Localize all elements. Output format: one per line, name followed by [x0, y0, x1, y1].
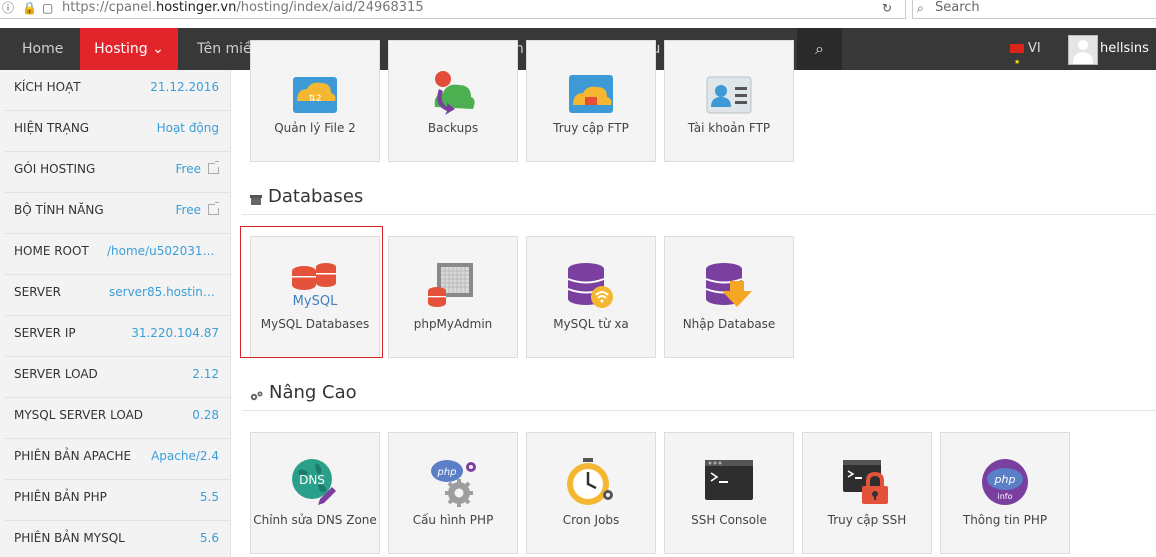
tile-file-manager-2[interactable]: ⇅2 Quản lý File 2: [250, 40, 380, 162]
info-icon[interactable]: ⓘ: [2, 0, 14, 17]
address-bar[interactable]: ⓘ 🔒 ▢ https://cpanel.hostinger.vn/hostin…: [0, 0, 906, 19]
info-row-status: HIỆN TRẠNG Hoạt động: [4, 111, 230, 152]
tile-dns-zone-editor[interactable]: DNS Chỉnh sửa DNS Zone: [250, 432, 380, 554]
section-divider: [242, 214, 1156, 215]
info-row-apache-version: PHIÊN BẢN APACHE Apache/2.4: [4, 439, 230, 480]
nav-hosting[interactable]: Hosting ⌄: [80, 28, 178, 70]
file-manager-2-icon: ⇅2: [293, 77, 337, 113]
dns-zone-icon: DNS: [292, 459, 336, 505]
nav-search-button[interactable]: ⌕: [797, 28, 842, 70]
info-row-plan: GÓI HOSTING Free: [4, 152, 230, 193]
hosting-info-sidebar: KÍCH HOẠT 21.12.2016 HIỆN TRẠNG Hoạt động …: [0, 70, 231, 557]
php-info-icon: php info: [982, 459, 1028, 505]
svg-text:info: info: [997, 492, 1012, 501]
tile-ftp-account[interactable]: Tài khoản FTP: [664, 40, 794, 162]
tile-phpmyadmin[interactable]: phpMyAdmin: [388, 236, 518, 358]
search-icon: ⌕: [815, 39, 824, 58]
browser-search-input[interactable]: ⌕ Search: [912, 0, 1156, 19]
vietnam-flag-icon: [1010, 41, 1024, 83]
ftp-access-icon: [569, 75, 613, 113]
info-row-server: SERVERserver85.hostinger.vn: [4, 275, 230, 316]
info-row-mysql-load: MYSQL SERVER LOAD 0.28: [4, 398, 230, 439]
browser-toolbar: ⓘ 🔒 ▢ https://cpanel.hostinger.vn/hostin…: [0, 0, 1156, 29]
info-row-server-load: SERVER LOAD 2.12: [4, 357, 230, 398]
tile-ssh-access[interactable]: Truy cập SSH: [802, 432, 932, 554]
svg-text:DNS: DNS: [299, 473, 325, 487]
php-config-icon: php: [431, 460, 476, 507]
avatar[interactable]: [1068, 35, 1098, 65]
reload-icon[interactable]: ↻: [882, 0, 892, 17]
external-link-icon: [208, 161, 219, 174]
section-divider: [242, 410, 1156, 411]
tile-remote-mysql[interactable]: MySQL từ xa: [526, 236, 656, 358]
svg-text:php: php: [994, 473, 1016, 486]
backups-icon: [434, 71, 475, 115]
page-icon: ▢: [42, 1, 54, 15]
svg-text:php: php: [436, 467, 456, 478]
external-link-icon: [208, 202, 219, 215]
info-row-home-root: HOME ROOT/home/u502031240: [4, 234, 230, 275]
databases-section-title: Databases: [268, 186, 364, 207]
advanced-section-title: Nâng Cao: [269, 382, 357, 403]
language-selector[interactable]: VI: [1010, 28, 1041, 83]
info-row-feature-set: BỘ TÍNH NĂNG Free: [4, 193, 230, 234]
tile-import-database[interactable]: Nhập Database: [664, 236, 794, 358]
username[interactable]: hellsins: [1100, 28, 1149, 70]
tile-backups[interactable]: Backups: [388, 40, 518, 162]
info-row-server-ip: SERVER IP 31.220.104.87: [4, 316, 230, 357]
archive-icon: [250, 195, 262, 205]
plan-link[interactable]: Free: [176, 152, 219, 186]
feature-set-link[interactable]: Free: [176, 193, 219, 227]
ssh-console-icon: [705, 460, 753, 500]
ftp-account-icon: [706, 76, 752, 114]
search-icon: ⌕: [917, 1, 924, 15]
info-row-activation: KÍCH HOẠT 21.12.2016: [4, 70, 230, 111]
svg-text:⇅2: ⇅2: [308, 94, 321, 104]
tile-ftp-access[interactable]: Truy cập FTP: [526, 40, 656, 162]
url-text[interactable]: https://cpanel.hostinger.vn/hosting/inde…: [62, 0, 424, 17]
tile-ssh-console[interactable]: SSH Console: [664, 432, 794, 554]
cron-jobs-icon: [567, 458, 613, 505]
import-database-icon: [705, 263, 752, 307]
tile-php-config[interactable]: php Cấu hình PHP: [388, 432, 518, 554]
phpmyadmin-icon: [428, 263, 473, 307]
cogs-icon: [250, 391, 263, 401]
remote-mysql-icon: [567, 263, 613, 308]
ssh-access-icon: [843, 460, 888, 504]
info-row-php-version: PHIÊN BẢN PHP 5.5: [4, 480, 230, 521]
nav-home[interactable]: Home: [22, 28, 63, 70]
highlight-box: [240, 226, 383, 358]
tile-php-info[interactable]: php info Thông tin PHP: [940, 432, 1070, 554]
info-row-mysql-version: PHIÊN BẢN MYSQL 5.6: [4, 521, 230, 557]
lock-icon: 🔒: [22, 1, 37, 15]
tile-cron-jobs[interactable]: Cron Jobs: [526, 432, 656, 554]
